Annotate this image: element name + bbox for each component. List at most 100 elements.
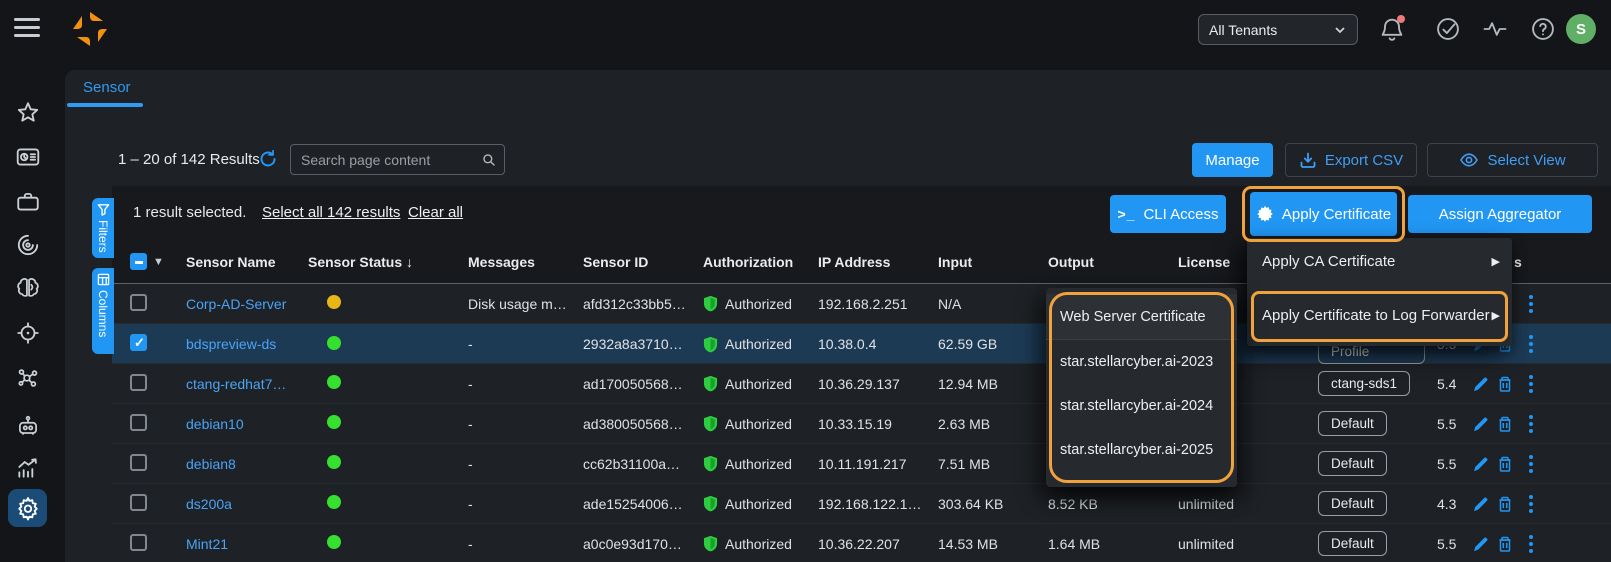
input-cell: 14.53 MB — [920, 536, 1030, 552]
row-checkbox[interactable] — [130, 294, 147, 311]
shield-icon — [703, 455, 718, 472]
select-view-button[interactable]: Select View — [1427, 143, 1598, 177]
delete-trash-icon[interactable] — [1496, 375, 1514, 393]
input-cell: 2.63 MB — [920, 416, 1030, 432]
header-messages[interactable]: Messages — [450, 254, 565, 270]
sidebar-item-automation[interactable] — [15, 413, 41, 439]
sensor-name-link[interactable]: ctang-redhat7… — [186, 376, 286, 392]
filters-side-tab[interactable]: Filters — [92, 198, 114, 258]
top-bar: All Tenants S — [0, 0, 1611, 58]
columns-side-tab[interactable]: Columns — [92, 268, 114, 354]
search-icon[interactable] — [482, 151, 496, 169]
header-output[interactable]: Output — [1030, 254, 1160, 270]
sidebar-item-cases[interactable] — [15, 189, 41, 215]
apply-certificate-button[interactable]: Apply Certificate — [1250, 192, 1397, 236]
row-checkbox[interactable] — [130, 494, 147, 511]
table-row[interactable]: Mint21 - a0c0e93d170… Authorized 10.36.2… — [112, 524, 1611, 562]
row-checkbox[interactable] — [130, 534, 147, 551]
sidebar-item-dashboards[interactable] — [15, 144, 41, 170]
filters-tab-label: Filters — [96, 220, 110, 253]
header-authorization[interactable]: Authorization — [685, 254, 800, 270]
selected-count-text: 1 result selected. — [133, 204, 246, 221]
delete-trash-icon[interactable] — [1496, 455, 1514, 473]
table-row[interactable]: ds200a - ade15254006… Authorized 192.168… — [112, 484, 1611, 524]
certificate-submenu: Web Server Certificate star.stellarcyber… — [1046, 288, 1237, 487]
export-csv-button[interactable]: Export CSV — [1285, 143, 1417, 177]
edit-pencil-icon[interactable] — [1472, 415, 1490, 433]
delete-trash-icon[interactable] — [1496, 535, 1514, 553]
table-row[interactable]: debian8 - cc62b31100a… Authorized 10.11.… — [112, 444, 1611, 484]
edit-pencil-icon[interactable] — [1472, 455, 1490, 473]
tab-active-underline — [67, 103, 143, 107]
menu-item-apply-certificate-log-forwarder[interactable]: Apply Certificate to Log Forwarder ▶ — [1247, 292, 1512, 338]
row-checkbox[interactable] — [130, 374, 147, 391]
table-row[interactable]: debian10 - ad380050568… Authorized 10.33… — [112, 404, 1611, 444]
refresh-icon[interactable] — [258, 149, 278, 169]
sensor-name-link[interactable]: debian10 — [186, 416, 244, 432]
menu-item-apply-ca-certificate[interactable]: Apply CA Certificate ▶ — [1247, 238, 1512, 284]
help-icon[interactable] — [1529, 15, 1557, 43]
kebab-menu-icon[interactable] — [1528, 494, 1534, 514]
sidebar-item-reports[interactable] — [15, 455, 41, 481]
shield-icon — [703, 336, 718, 353]
header-sensor-status[interactable]: Sensor Status ↓ — [290, 254, 450, 270]
kebab-menu-icon[interactable] — [1528, 534, 1534, 554]
selection-menu-caret-icon[interactable]: ▼ — [153, 256, 164, 268]
terminal-icon: >_ — [1118, 206, 1136, 222]
sensor-name-link[interactable]: Corp-AD-Server — [186, 296, 286, 312]
clear-all-link[interactable]: Clear all — [408, 204, 463, 221]
sensor-name-link[interactable]: debian8 — [186, 456, 236, 472]
sidebar-item-threat-hunting[interactable] — [15, 232, 41, 258]
sensor-name-link[interactable]: ds200a — [186, 496, 232, 512]
select-view-label: Select View — [1487, 152, 1565, 169]
submenu-item-cert-2025[interactable]: star.stellarcyber.ai-2025 — [1046, 428, 1237, 472]
select-all-link[interactable]: Select all 142 results — [262, 204, 400, 221]
sidebar-item-settings-active[interactable] — [8, 489, 47, 527]
notifications-bell-icon[interactable] — [1378, 15, 1406, 43]
status-dot-ok — [327, 375, 341, 389]
header-sensor-id[interactable]: Sensor ID — [565, 254, 685, 270]
kebab-menu-icon[interactable] — [1528, 334, 1534, 354]
select-all-checkbox[interactable] — [130, 253, 147, 270]
delete-trash-icon[interactable] — [1496, 495, 1514, 513]
tasks-check-icon[interactable] — [1434, 15, 1462, 43]
assign-aggregator-button[interactable]: Assign Aggregator — [1408, 195, 1592, 233]
sidebar-item-detect[interactable] — [15, 320, 41, 346]
header-input[interactable]: Input — [920, 254, 1030, 270]
user-avatar[interactable]: S — [1566, 14, 1596, 44]
sidebar-item-favorites[interactable] — [15, 100, 41, 126]
edit-pencil-icon[interactable] — [1472, 375, 1490, 393]
hamburger-menu-icon[interactable] — [14, 18, 40, 40]
row-checkbox[interactable] — [130, 414, 147, 431]
delete-trash-icon[interactable] — [1496, 415, 1514, 433]
shield-icon — [703, 495, 718, 512]
header-ip-address[interactable]: IP Address — [800, 254, 920, 270]
row-checkbox[interactable] — [130, 454, 147, 471]
search-input[interactable] — [301, 152, 482, 168]
license-cell: unlimited — [1160, 536, 1300, 552]
ip-cell: 10.33.15.19 — [800, 416, 920, 432]
tab-sensor[interactable]: Sensor — [83, 79, 131, 96]
edit-pencil-icon[interactable] — [1472, 535, 1490, 553]
table-row[interactable]: ctang-redhat7… - ad170050568… Authorized… — [112, 364, 1611, 404]
kebab-menu-icon[interactable] — [1528, 374, 1534, 394]
kebab-menu-icon[interactable] — [1528, 414, 1534, 434]
header-sensor-name[interactable]: Sensor Name — [168, 254, 290, 270]
kebab-menu-icon[interactable] — [1528, 454, 1534, 474]
sidebar-item-connectors[interactable] — [15, 365, 41, 391]
system-health-pulse-icon[interactable] — [1481, 15, 1509, 43]
manage-button[interactable]: Manage — [1192, 143, 1273, 177]
submenu-item-web-server-certificate[interactable]: Web Server Certificate — [1046, 294, 1237, 340]
cli-access-button[interactable]: >_ CLI Access — [1110, 195, 1226, 233]
submenu-item-cert-2024[interactable]: star.stellarcyber.ai-2024 — [1046, 384, 1237, 428]
sensor-name-link[interactable]: bdspreview-ds — [186, 336, 276, 352]
search-box — [290, 144, 505, 175]
submenu-item-cert-2023[interactable]: star.stellarcyber.ai-2023 — [1046, 340, 1237, 384]
tenant-selector[interactable]: All Tenants — [1198, 14, 1358, 45]
input-cell: N/A — [920, 296, 1030, 312]
sidebar-item-ai-ml[interactable] — [15, 275, 41, 301]
sensor-name-link[interactable]: Mint21 — [186, 536, 228, 552]
row-checkbox-checked[interactable] — [130, 334, 147, 351]
edit-pencil-icon[interactable] — [1472, 495, 1490, 513]
kebab-menu-icon[interactable] — [1528, 294, 1534, 314]
